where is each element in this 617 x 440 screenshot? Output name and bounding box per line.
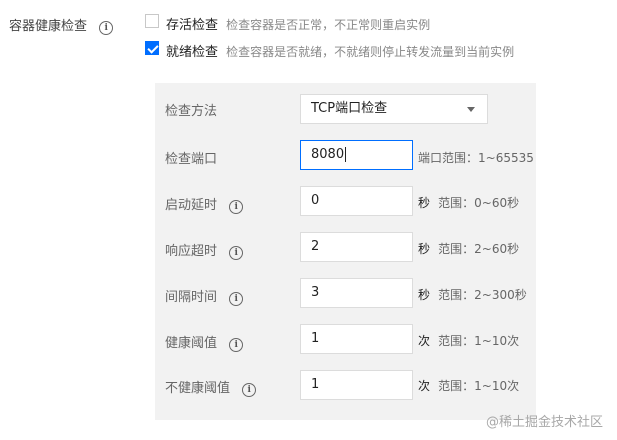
timeout-value: 2 (311, 239, 320, 254)
healthy-threshold-unit: 次 (418, 334, 431, 348)
initial-delay-meta: 秒 范围：0~60秒 (418, 194, 519, 211)
info-icon[interactable]: i (229, 338, 244, 352)
unhealthy-threshold-label: 不健康阈值 (165, 381, 231, 396)
watermark: @稀土掘金技术社区 (486, 415, 604, 430)
healthy-threshold-value: 1 (311, 331, 320, 346)
unhealthy-threshold-input[interactable]: 1 (300, 370, 413, 400)
unhealthy-threshold-value: 1 (311, 377, 320, 392)
port-hint: 端口范围：1~65535 (418, 151, 534, 165)
period-meta: 秒 范围：2~300秒 (418, 286, 527, 303)
info-icon[interactable]: i (229, 246, 244, 260)
period-label-row: 间隔时间 i (165, 286, 244, 306)
port-label: 检查端口 (165, 152, 218, 167)
info-icon[interactable]: i (99, 21, 114, 35)
chevron-down-icon (467, 107, 475, 112)
period-input[interactable]: 3 (300, 278, 413, 308)
initial-delay-label-row: 启动延时 i (165, 194, 244, 214)
readiness-label[interactable]: 就绪检查 (166, 45, 218, 60)
healthy-threshold-input[interactable]: 1 (300, 324, 413, 354)
readiness-checkbox[interactable] (145, 41, 159, 55)
timeout-label: 响应超时 (165, 244, 218, 259)
liveness-checkbox[interactable] (145, 14, 159, 28)
period-value: 3 (311, 285, 320, 300)
readiness-option: 就绪检查 检查容器是否就绪，不就绪则停止转发流量到当前实例 (166, 41, 514, 60)
initial-delay-label: 启动延时 (165, 198, 218, 213)
section-label: 容器健康检查 (9, 19, 88, 34)
liveness-label[interactable]: 存活检查 (166, 18, 218, 33)
method-select[interactable]: TCP端口检查 (300, 94, 488, 124)
timeout-unit: 秒 (418, 242, 431, 256)
unhealthy-threshold-meta: 次 范围：1~10次 (418, 377, 519, 394)
timeout-label-row: 响应超时 i (165, 240, 244, 260)
liveness-description: 检查容器是否正常，不正常则重启实例 (226, 18, 431, 32)
unhealthy-threshold-label-row: 不健康阈值 i (165, 377, 257, 397)
period-unit: 秒 (418, 288, 431, 302)
port-value: 8080 (311, 147, 345, 162)
initial-delay-hint: 范围：0~60秒 (438, 196, 520, 210)
initial-delay-input[interactable]: 0 (300, 186, 413, 216)
period-label: 间隔时间 (165, 290, 218, 305)
info-icon[interactable]: i (242, 383, 257, 397)
unhealthy-threshold-hint: 范围：1~10次 (438, 379, 520, 393)
initial-delay-value: 0 (311, 193, 320, 208)
port-input[interactable]: 8080 (300, 140, 413, 170)
liveness-option: 存活检查 检查容器是否正常，不正常则重启实例 (166, 14, 430, 33)
info-icon[interactable]: i (229, 292, 244, 306)
healthy-threshold-hint: 范围：1~10次 (438, 334, 520, 348)
unhealthy-threshold-unit: 次 (418, 379, 431, 393)
initial-delay-unit: 秒 (418, 196, 431, 210)
info-icon[interactable]: i (229, 200, 244, 214)
timeout-input[interactable]: 2 (300, 232, 413, 262)
section-label-row: 容器健康检查 i (9, 15, 114, 35)
text-cursor (345, 147, 347, 162)
period-hint: 范围：2~300秒 (438, 288, 527, 302)
healthy-threshold-label: 健康阈值 (165, 336, 218, 351)
timeout-meta: 秒 范围：2~60秒 (418, 240, 519, 257)
healthy-threshold-label-row: 健康阈值 i (165, 332, 244, 352)
readiness-description: 检查容器是否就绪，不就绪则停止转发流量到当前实例 (226, 45, 515, 59)
method-value: TCP端口检查 (311, 101, 388, 116)
healthy-threshold-meta: 次 范围：1~10次 (418, 332, 519, 349)
method-label: 检查方法 (165, 104, 218, 119)
check-icon (147, 42, 159, 54)
timeout-hint: 范围：2~60秒 (438, 242, 520, 256)
